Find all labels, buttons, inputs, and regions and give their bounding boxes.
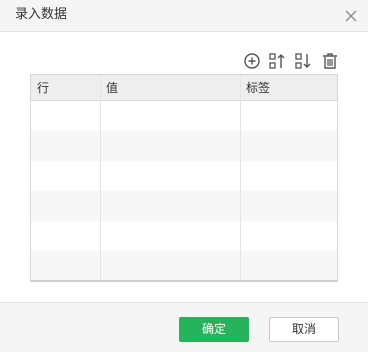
column-divider	[100, 75, 101, 280]
column-divider	[240, 75, 241, 280]
dialog-title: 录入数据	[15, 7, 68, 22]
table-row[interactable]	[31, 251, 337, 280]
table-row[interactable]	[31, 161, 337, 191]
table-row[interactable]	[31, 101, 337, 131]
table-row[interactable]	[31, 131, 337, 161]
column-header-label: 标签	[246, 81, 271, 95]
close-icon[interactable]	[344, 8, 358, 22]
grid-header-row: 行 值 标签	[31, 75, 337, 101]
table-row[interactable]	[31, 191, 337, 221]
dialog-footer: 确定 取消	[0, 302, 368, 352]
sort-descending-icon[interactable]	[294, 52, 312, 70]
trash-icon[interactable]	[321, 52, 339, 70]
confirm-button[interactable]: 确定	[179, 317, 249, 342]
grid-toolbar	[243, 52, 343, 70]
column-header-value: 值	[106, 81, 119, 95]
column-header-row: 行	[37, 81, 50, 95]
dialog-header: 录入数据	[0, 0, 368, 32]
sort-ascending-icon[interactable]	[268, 52, 286, 70]
table-row[interactable]	[31, 221, 337, 251]
data-grid: 行 值 标签	[30, 74, 338, 282]
cancel-button[interactable]: 取消	[269, 317, 339, 342]
add-circle-icon[interactable]	[243, 52, 261, 70]
data-entry-dialog: 录入数据 行 值 标签 确定 取消	[0, 0, 368, 352]
